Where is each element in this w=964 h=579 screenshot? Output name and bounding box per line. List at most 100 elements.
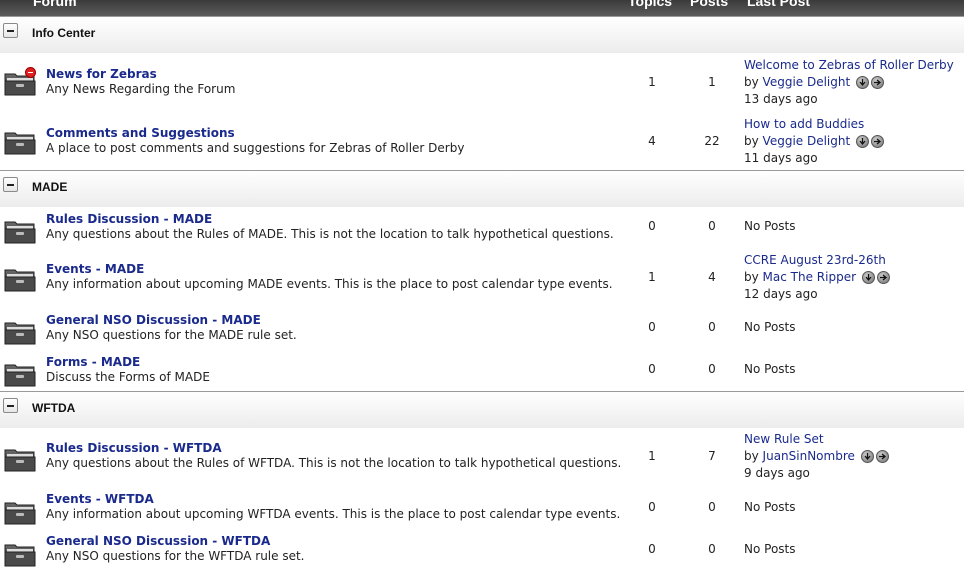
go-to-post-icon[interactable] — [856, 76, 870, 89]
forum-description: A place to post comments and suggestions… — [46, 141, 465, 155]
posts-count: 1 — [708, 75, 716, 89]
forum-table-header: Forum Topics Posts Last Post — [0, 0, 964, 16]
last-post-title[interactable]: How to add Buddies — [744, 117, 864, 131]
forum-description: Any NSO questions for the MADE rule set. — [46, 328, 297, 342]
last-post-time: 12 days ago — [744, 287, 818, 301]
forum-description: Any questions about the Rules of MADE. T… — [46, 227, 614, 241]
topics-count: 1 — [648, 75, 656, 89]
category-header-info-center: Info Center — [0, 16, 964, 53]
forum-link[interactable]: Events - MADE — [46, 262, 144, 276]
last-post-user[interactable]: JuanSinNombre — [763, 449, 855, 463]
forum-link[interactable]: News for Zebras — [46, 67, 157, 81]
forum-link[interactable]: Comments and Suggestions — [46, 126, 235, 140]
topics-count: 4 — [648, 134, 656, 148]
last-post-title[interactable]: CCRE August 23rd-26th — [744, 253, 886, 267]
folder-icon — [4, 499, 36, 525]
no-posts-label: No Posts — [744, 542, 796, 556]
category-title: Info Center — [32, 26, 96, 40]
folder-icon — [4, 218, 36, 244]
topics-count: 0 — [648, 320, 656, 334]
last-post-by: by Mac The Ripper — [744, 270, 890, 284]
no-posts-label: No Posts — [744, 362, 796, 376]
no-posts-label: No Posts — [744, 320, 796, 334]
last-post-by: by JuanSinNombre — [744, 449, 889, 463]
collapse-icon[interactable] — [3, 177, 18, 192]
go-to-newest-icon[interactable] — [876, 271, 890, 284]
go-to-post-icon[interactable] — [856, 135, 870, 148]
go-to-newest-icon[interactable] — [875, 450, 889, 463]
forum-description: Any News Regarding the Forum — [46, 82, 236, 96]
folder-icon — [4, 129, 36, 155]
topics-count: 1 — [648, 449, 656, 463]
forum-row: General NSO Discussion - WFTDA Any NSO q… — [0, 531, 964, 579]
no-posts-label: No Posts — [744, 219, 796, 233]
forum-description: Any information about upcoming WFTDA eve… — [46, 507, 621, 521]
forum-row: Rules Discussion - WFTDA Any questions a… — [0, 431, 964, 480]
topics-count: 0 — [648, 542, 656, 556]
forum-link[interactable]: General NSO Discussion - WFTDA — [46, 534, 270, 548]
last-post-by: by Veggie Delight — [744, 134, 885, 148]
posts-count: 0 — [708, 500, 716, 514]
folder-icon — [4, 319, 36, 345]
last-post-time: 9 days ago — [744, 466, 810, 480]
forum-row: General NSO Discussion - MADE Any NSO qu… — [0, 310, 964, 358]
forum-link[interactable]: Forms - MADE — [46, 355, 140, 369]
by-label: by — [744, 449, 759, 463]
category-title: WFTDA — [32, 401, 76, 415]
folder-icon — [4, 541, 36, 567]
folder-icon — [4, 446, 36, 472]
category-header-wftda: WFTDA — [0, 391, 964, 428]
last-post-title[interactable]: Welcome to Zebras of Roller Derby — [744, 58, 954, 72]
forum-link[interactable]: Events - WFTDA — [46, 492, 154, 506]
no-posts-label: No Posts — [744, 500, 796, 514]
last-post-user[interactable]: Veggie Delight — [763, 75, 851, 89]
forum-description: Discuss the Forms of MADE — [46, 370, 210, 384]
folder-icon — [4, 361, 36, 387]
last-post-by: by Veggie Delight — [744, 75, 885, 89]
topics-count: 0 — [648, 500, 656, 514]
topics-count: 0 — [648, 219, 656, 233]
col-forum-header: Forum — [33, 0, 77, 9]
forum-row: Comments and Suggestions A place to post… — [0, 116, 964, 165]
forum-description: Any NSO questions for the WFTDA rule set… — [46, 549, 305, 563]
collapse-icon[interactable] — [3, 23, 18, 38]
category-title: MADE — [32, 180, 68, 194]
col-last-post-header: Last Post — [747, 0, 811, 9]
collapse-icon[interactable] — [3, 398, 18, 413]
no-entry-badge-icon — [25, 67, 36, 78]
go-to-newest-icon[interactable] — [871, 76, 885, 89]
posts-count: 0 — [708, 542, 716, 556]
forum-row: Rules Discussion - MADE Any questions ab… — [0, 208, 964, 256]
by-label: by — [744, 134, 759, 148]
go-to-post-icon[interactable] — [860, 450, 874, 463]
col-topics-header: Topics — [628, 0, 673, 9]
topics-count: 0 — [648, 362, 656, 376]
go-to-newest-icon[interactable] — [871, 135, 885, 148]
by-label: by — [744, 270, 759, 284]
last-post-user[interactable]: Mac The Ripper — [763, 270, 856, 284]
posts-count: 0 — [708, 219, 716, 233]
folder-icon — [4, 266, 36, 292]
posts-count: 0 — [708, 320, 716, 334]
forum-link[interactable]: General NSO Discussion - MADE — [46, 313, 261, 327]
last-post-time: 13 days ago — [744, 92, 818, 106]
posts-count: 7 — [708, 449, 716, 463]
topics-count: 1 — [648, 270, 656, 284]
go-to-post-icon[interactable] — [861, 271, 875, 284]
posts-count: 4 — [708, 270, 716, 284]
forum-link[interactable]: Rules Discussion - WFTDA — [46, 441, 222, 455]
last-post-time: 11 days ago — [744, 151, 818, 165]
category-header-made: MADE — [0, 170, 964, 207]
last-post-user[interactable]: Veggie Delight — [763, 134, 851, 148]
forum-link[interactable]: Rules Discussion - MADE — [46, 212, 212, 226]
folder-icon — [4, 67, 36, 96]
col-posts-header: Posts — [690, 0, 729, 9]
posts-count: 0 — [708, 362, 716, 376]
forum-row: Events - WFTDA Any information about upc… — [0, 489, 964, 537]
forum-row: Events - MADE Any information about upco… — [0, 252, 964, 301]
by-label: by — [744, 75, 759, 89]
forum-description: Any questions about the Rules of WFTDA. … — [46, 456, 622, 470]
last-post-title[interactable]: New Rule Set — [744, 432, 824, 446]
forum-row: News for Zebras Any News Regarding the F… — [0, 56, 964, 106]
posts-count: 22 — [704, 134, 720, 148]
